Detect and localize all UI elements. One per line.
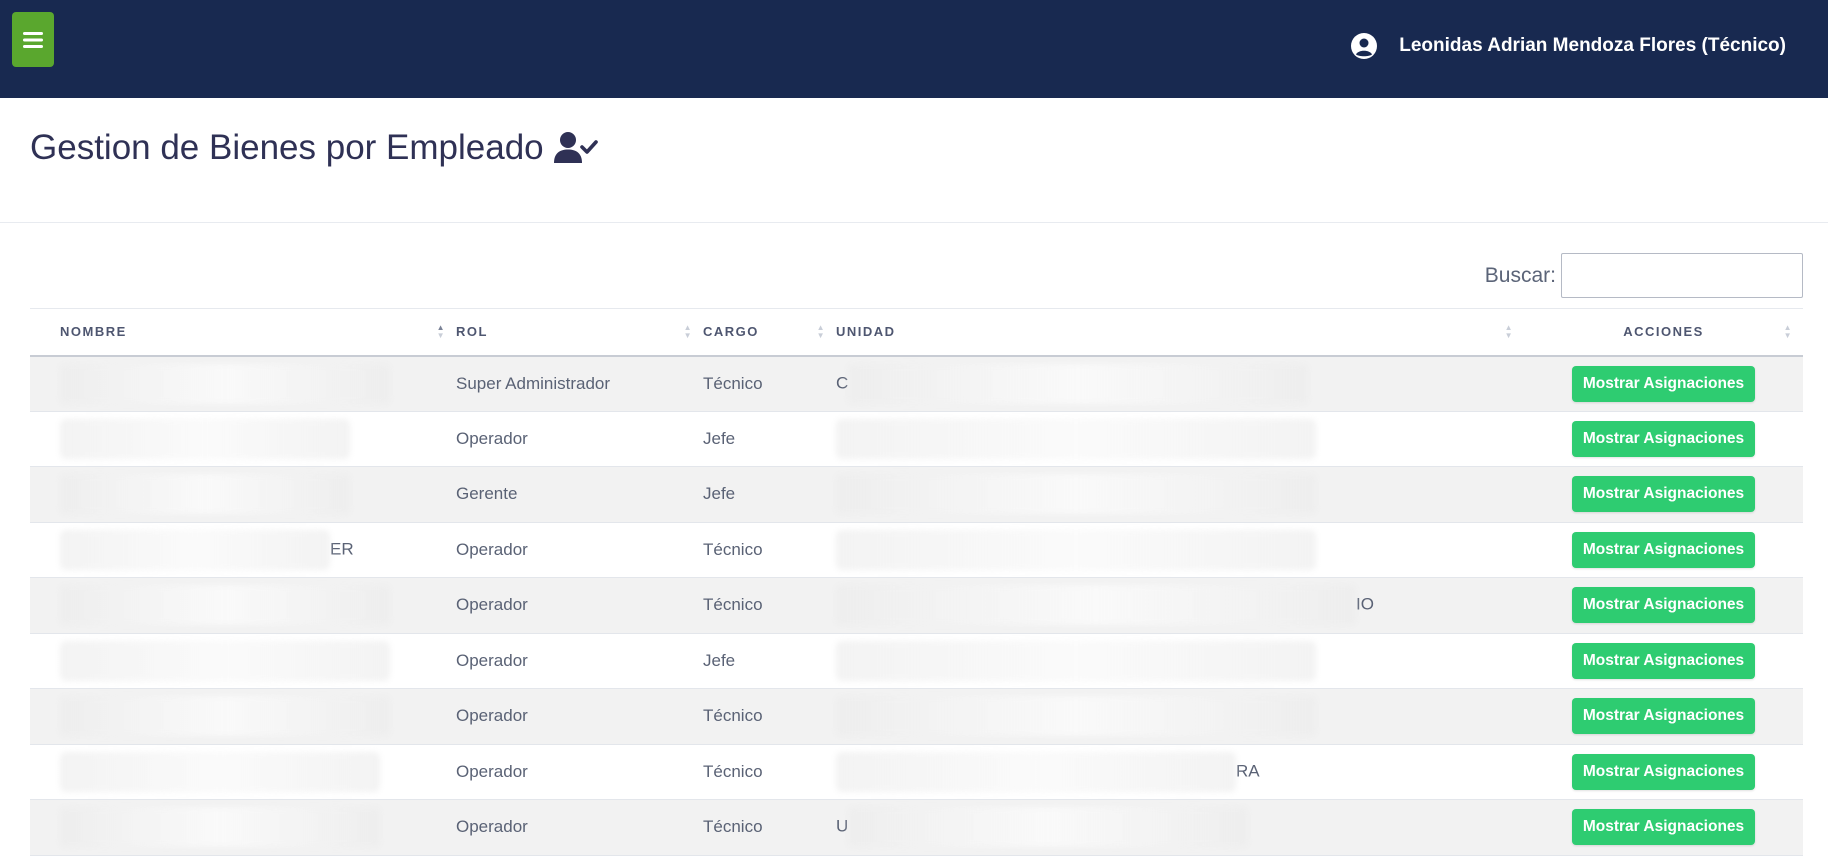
mostrar-asignaciones-button[interactable]: Mostrar Asignaciones: [1571, 698, 1756, 735]
user-circle-icon: [1351, 33, 1378, 59]
sort-icon: ▲ ▼: [816, 322, 826, 340]
table-row: Super Administrador Técnico C Mostrar As…: [30, 355, 1803, 412]
cell-unidad: [836, 633, 1524, 689]
page-title: Gestion de Bienes por Empleado: [30, 128, 598, 168]
mostrar-asignaciones-button[interactable]: Mostrar Asignaciones: [1571, 809, 1756, 846]
user-check-icon: [553, 132, 598, 163]
mostrar-asignaciones-button[interactable]: Mostrar Asignaciones: [1571, 642, 1756, 679]
mostrar-asignaciones-button[interactable]: Mostrar Asignaciones: [1571, 753, 1756, 790]
cell-cargo: Técnico: [703, 761, 763, 781]
cell-rol: Operador: [456, 817, 528, 837]
mostrar-asignaciones-button[interactable]: Mostrar Asignaciones: [1571, 587, 1756, 624]
user-name: Leonidas Adrian Mendoza Flores (Técnico): [1399, 35, 1786, 56]
cell-unidad: [836, 411, 1524, 467]
cell-cargo: Jefe: [703, 650, 736, 670]
cell-rol: Operador: [456, 650, 528, 670]
table-row: Operador Técnico Mostrar Asignaciones: [30, 688, 1803, 745]
column-header-nombre[interactable]: NOMBRE ▲ ▼: [30, 309, 456, 356]
cell-nombre: [30, 800, 456, 856]
table-row: Operador Técnico U Mostrar Asignaciones: [30, 799, 1803, 856]
cell-cargo: Técnico: [703, 595, 763, 615]
table-row: ER Operador Técnico Mostrar Asignaciones: [30, 522, 1803, 578]
user-menu[interactable]: Leonidas Adrian Mendoza Flores (Técnico): [1351, 30, 1786, 62]
employees-table-container: NOMBRE ▲ ▼ ROL ▲ ▼ CARGO ▲ ▼ UNIDAD ▲ ▼ ACCI…: [30, 308, 1803, 856]
cell-unidad: [836, 522, 1524, 578]
cell-nombre: [30, 633, 456, 689]
mostrar-asignaciones-button[interactable]: Mostrar Asignaciones: [1571, 420, 1756, 457]
cell-unidad: U: [836, 800, 1524, 856]
cell-rol: Gerente: [456, 484, 518, 504]
cell-nombre: [30, 689, 456, 745]
table-row: Operador Técnico IO Mostrar Asignaciones: [30, 577, 1803, 634]
column-header-cargo[interactable]: CARGO ▲ ▼: [703, 309, 836, 356]
page-title-text: Gestion de Bienes por Empleado: [30, 128, 544, 167]
cell-acciones: Mostrar Asignaciones: [1524, 522, 1803, 578]
table-row: Operador Técnico RA Mostrar Asignaciones: [30, 744, 1803, 800]
sort-icon: ▲ ▼: [436, 322, 446, 340]
cell-acciones: Mostrar Asignaciones: [1524, 689, 1803, 745]
cell-rol: Super Administrador: [456, 373, 611, 393]
search-label: Buscar:: [1484, 263, 1556, 287]
sort-icon: ▲ ▼: [683, 322, 693, 340]
sort-icon: ▲ ▼: [1504, 322, 1514, 340]
cell-unidad: [836, 467, 1524, 523]
cell-nombre: [30, 467, 456, 523]
cell-cargo: Técnico: [703, 373, 763, 393]
search-container: Buscar:: [1485, 253, 1803, 298]
table-row: Gerente Jefe Mostrar Asignaciones: [30, 466, 1803, 523]
cell-cargo: Jefe: [703, 484, 736, 504]
cell-unidad: RA: [836, 744, 1524, 800]
cell-cargo: Técnico: [703, 539, 763, 559]
cell-nombre: [30, 411, 456, 467]
mostrar-asignaciones-button[interactable]: Mostrar Asignaciones: [1571, 531, 1756, 568]
cell-unidad: C: [836, 356, 1524, 412]
cell-acciones: Mostrar Asignaciones: [1524, 633, 1803, 689]
cell-cargo: Técnico: [703, 706, 763, 726]
cell-unidad: IO: [836, 578, 1524, 634]
cell-nombre: [30, 578, 456, 634]
column-header-acciones[interactable]: ACCIONES ▲ ▼: [1524, 309, 1803, 356]
cell-nombre: [30, 356, 456, 412]
cell-acciones: Mostrar Asignaciones: [1524, 467, 1803, 523]
mostrar-asignaciones-button[interactable]: Mostrar Asignaciones: [1571, 476, 1756, 513]
mostrar-asignaciones-button[interactable]: Mostrar Asignaciones: [1571, 365, 1756, 402]
cell-nombre: ER: [30, 522, 456, 578]
top-navbar: Leonidas Adrian Mendoza Flores (Técnico): [0, 0, 1828, 98]
page-header: Gestion de Bienes por Empleado: [0, 98, 1828, 223]
cell-rol: Operador: [456, 595, 528, 615]
cell-cargo: Jefe: [703, 428, 736, 448]
cell-rol: Operador: [456, 706, 528, 726]
table-row: Operador Jefe Mostrar Asignaciones: [30, 411, 1803, 467]
table-body: Super Administrador Técnico C Mostrar As…: [30, 355, 1803, 856]
hamburger-icon: [23, 31, 43, 48]
sort-icon: ▲ ▼: [1783, 322, 1793, 340]
cell-cargo: Técnico: [703, 817, 763, 837]
column-header-rol[interactable]: ROL ▲ ▼: [456, 309, 703, 356]
table-row: Operador Jefe Mostrar Asignaciones: [30, 633, 1803, 689]
cell-rol: Operador: [456, 539, 528, 559]
cell-nombre: [30, 744, 456, 800]
table-header-row: NOMBRE ▲ ▼ ROL ▲ ▼ CARGO ▲ ▼ UNIDAD ▲ ▼ ACCI…: [30, 308, 1803, 356]
column-header-unidad[interactable]: UNIDAD ▲ ▼: [836, 309, 1524, 356]
cell-acciones: Mostrar Asignaciones: [1524, 744, 1803, 800]
cell-rol: Operador: [456, 428, 528, 448]
menu-toggle-button[interactable]: [12, 12, 54, 67]
cell-unidad: [836, 689, 1524, 745]
cell-acciones: Mostrar Asignaciones: [1524, 800, 1803, 856]
cell-acciones: Mostrar Asignaciones: [1524, 411, 1803, 467]
cell-rol: Operador: [456, 761, 528, 781]
cell-acciones: Mostrar Asignaciones: [1524, 356, 1803, 412]
employees-table: NOMBRE ▲ ▼ ROL ▲ ▼ CARGO ▲ ▼ UNIDAD ▲ ▼ ACCI…: [30, 308, 1803, 856]
search-input[interactable]: [1561, 253, 1803, 298]
cell-acciones: Mostrar Asignaciones: [1524, 578, 1803, 634]
